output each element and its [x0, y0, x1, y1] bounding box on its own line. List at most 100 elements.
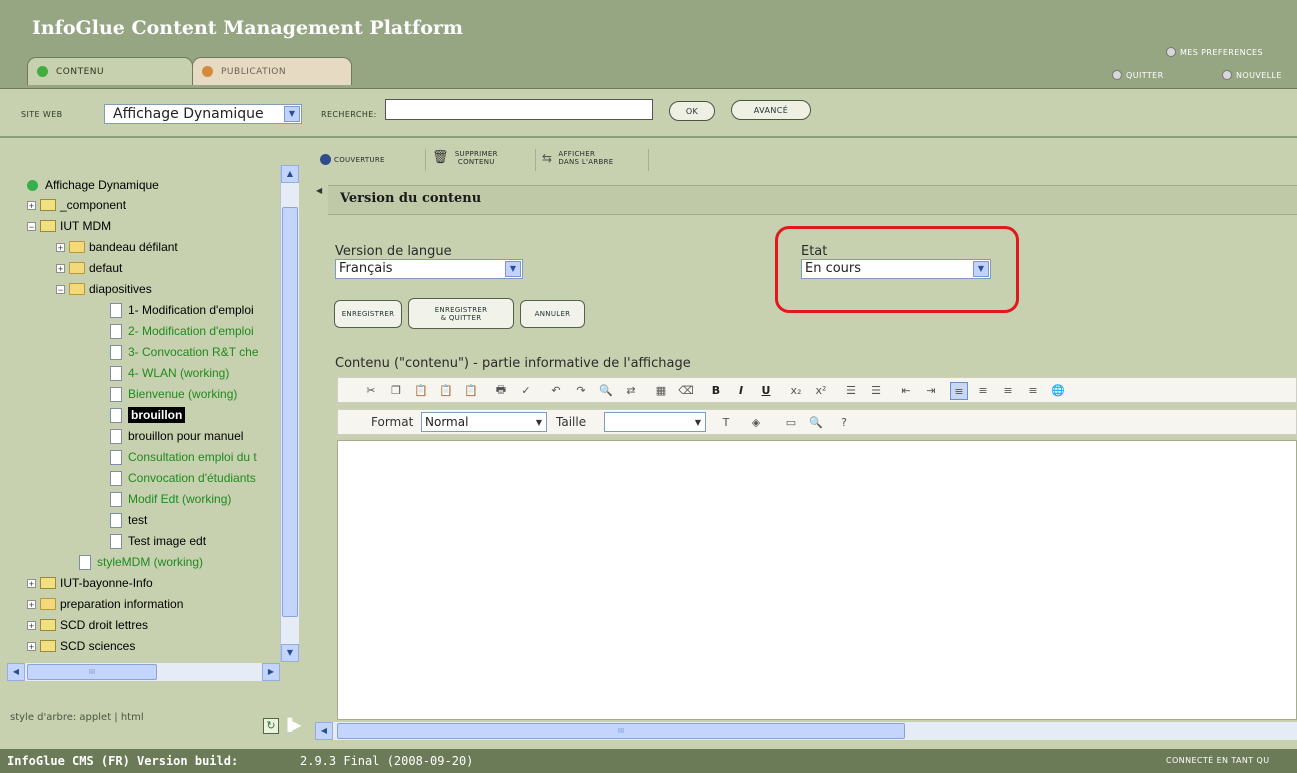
save-quit-button[interactable]: ENREGISTRER & QUITTER [408, 298, 514, 329]
tree-node[interactable]: + _component [27, 195, 126, 215]
expand-icon[interactable]: + [27, 200, 36, 210]
print-icon[interactable]: 🖶 [493, 382, 509, 398]
tree-leaf[interactable]: brouillon pour manuel [110, 426, 243, 446]
main-horizontal-scrollbar[interactable]: ◀ III [315, 722, 1297, 740]
superscript-icon[interactable]: x² [813, 382, 829, 398]
tree-leaf[interactable]: Convocation d'étudiants [110, 468, 256, 488]
ok-button[interactable]: OK [669, 101, 715, 121]
collapse-panel-icon[interactable]: ▐▶ [283, 718, 301, 732]
paste-text-icon[interactable]: 📋 [438, 382, 454, 398]
tree-leaf[interactable]: 2- Modification d'emploi [110, 321, 254, 341]
preferences-label: MES PREFERENCES [1180, 47, 1263, 57]
tree-node[interactable]: − diapositives [56, 279, 152, 299]
scroll-left-icon[interactable]: ◀ [7, 663, 25, 681]
expand-icon[interactable]: + [56, 242, 65, 252]
search-input[interactable] [385, 99, 653, 120]
document-icon [110, 365, 122, 381]
scroll-right-icon[interactable]: ▶ [262, 663, 280, 681]
tree-leaf[interactable]: Modif Edt (working) [110, 489, 231, 509]
tree-leaf[interactable]: styleMDM (working) [79, 552, 203, 572]
undo-icon[interactable]: ↶ [548, 382, 564, 398]
rich-text-editor[interactable] [337, 440, 1297, 720]
cancel-button[interactable]: ANNULER [520, 300, 585, 328]
align-center-icon[interactable]: ≡ [975, 382, 991, 398]
tree-node[interactable]: + SCD droit lettres [27, 615, 148, 635]
bold-icon[interactable]: B [708, 382, 724, 398]
new-link[interactable]: NOUVELLE [1222, 70, 1282, 80]
indent-icon[interactable]: ⇥ [923, 382, 939, 398]
expand-icon[interactable]: + [56, 263, 65, 273]
quit-link[interactable]: QUITTER [1112, 70, 1164, 80]
preview-icon[interactable]: 🔍 [808, 414, 824, 430]
show-in-tree-button[interactable]: ⇆ AFFICHER DANS L'ARBRE [542, 150, 614, 166]
expand-icon[interactable]: + [27, 599, 36, 609]
tab-publication[interactable]: PUBLICATION [192, 57, 352, 85]
tree-horizontal-scrollbar[interactable]: ◀ III ▶ [7, 663, 280, 681]
help-icon[interactable]: ? [836, 414, 852, 430]
outdent-icon[interactable]: ⇤ [898, 382, 914, 398]
scroll-up-icon[interactable]: ▲ [281, 165, 299, 183]
tree-root[interactable]: Affichage Dynamique [27, 175, 159, 195]
tree-node[interactable]: + IUT-bayonne-Info [27, 573, 153, 593]
refresh-icon[interactable]: ↻ [263, 718, 279, 734]
expand-icon[interactable]: + [27, 620, 36, 630]
text-color-icon[interactable]: T [718, 414, 734, 430]
tree-leaf[interactable]: test [110, 510, 147, 530]
scroll-thumb[interactable]: III [27, 664, 157, 680]
language-select[interactable]: Français ▼ [335, 259, 523, 279]
remove-format-icon[interactable]: ⌫ [678, 382, 694, 398]
tree-node[interactable]: + preparation information [27, 594, 183, 614]
underline-icon[interactable]: U [758, 382, 774, 398]
spellcheck-icon[interactable]: ✓ [518, 382, 534, 398]
tree-vertical-scrollbar[interactable]: ▲ ▼ [280, 165, 299, 662]
tree-node[interactable]: − IUT MDM [27, 216, 111, 236]
link-icon[interactable]: 🌐 [1050, 382, 1066, 398]
numbered-list-icon[interactable]: ☰ [843, 382, 859, 398]
scroll-thumb[interactable] [282, 207, 298, 617]
copy-icon[interactable]: ❐ [388, 382, 404, 398]
save-button[interactable]: ENREGISTRER [334, 300, 402, 328]
preferences-link[interactable]: MES PREFERENCES [1166, 47, 1263, 57]
tab-contenu[interactable]: CONTENU [27, 57, 193, 85]
paste-word-icon[interactable]: 📋 [463, 382, 479, 398]
expand-icon[interactable]: + [27, 641, 36, 651]
expand-icon[interactable]: + [27, 578, 36, 588]
find-icon[interactable]: 🔍 [598, 382, 614, 398]
italic-icon[interactable]: I [733, 382, 749, 398]
show-blocks-icon[interactable]: ▭ [783, 414, 799, 430]
scroll-down-icon[interactable]: ▼ [281, 644, 299, 662]
replace-icon[interactable]: ⇄ [623, 382, 639, 398]
subscript-icon[interactable]: x₂ [788, 382, 804, 398]
select-all-icon[interactable]: ▦ [653, 382, 669, 398]
collapse-icon[interactable]: − [56, 284, 65, 294]
tree-leaf[interactable]: 4- WLAN (working) [110, 363, 229, 383]
tree-node[interactable]: + SCD sciences [27, 636, 135, 656]
tree-leaf[interactable]: Consultation emploi du t [110, 447, 257, 467]
cut-icon[interactable]: ✂ [363, 382, 379, 398]
tree-leaf[interactable]: 3- Convocation R&T che [110, 342, 259, 362]
format-select[interactable]: Normal ▼ [421, 412, 547, 432]
tree-style-switch[interactable]: style d'arbre: applet | html [10, 712, 144, 723]
site-select[interactable]: Affichage Dynamique ▼ [104, 104, 302, 124]
align-right-icon[interactable]: ≡ [1000, 382, 1016, 398]
bullet-list-icon[interactable]: ☰ [868, 382, 884, 398]
collapse-icon[interactable]: − [27, 221, 36, 231]
paste-icon[interactable]: 📋 [413, 382, 429, 398]
background-color-icon[interactable]: ◈ [748, 414, 764, 430]
redo-icon[interactable]: ↷ [573, 382, 589, 398]
size-select[interactable]: ▼ [604, 412, 706, 432]
tree-leaf-selected[interactable]: brouillon [110, 405, 186, 425]
justify-icon[interactable]: ≡ [1025, 382, 1041, 398]
advanced-search-button[interactable]: AVANCÉ [731, 100, 811, 120]
scroll-thumb[interactable]: III [337, 723, 905, 739]
align-left-icon[interactable]: ≡ [950, 382, 968, 400]
tree-leaf[interactable]: Bienvenue (working) [110, 384, 237, 404]
tree-node[interactable]: + defaut [56, 258, 122, 278]
collapse-left-icon[interactable]: ◀ [316, 186, 322, 195]
scroll-left-icon[interactable]: ◀ [315, 722, 333, 740]
tree-node[interactable]: + bandeau défilant [56, 237, 178, 257]
tree-leaf[interactable]: Test image edt [110, 531, 206, 551]
delete-content-button[interactable]: 🗑 SUPPRIMER CONTENU [432, 150, 498, 166]
tree-leaf[interactable]: 1- Modification d'emploi [110, 300, 254, 320]
cover-button[interactable]: COUVERTURE [320, 154, 385, 165]
